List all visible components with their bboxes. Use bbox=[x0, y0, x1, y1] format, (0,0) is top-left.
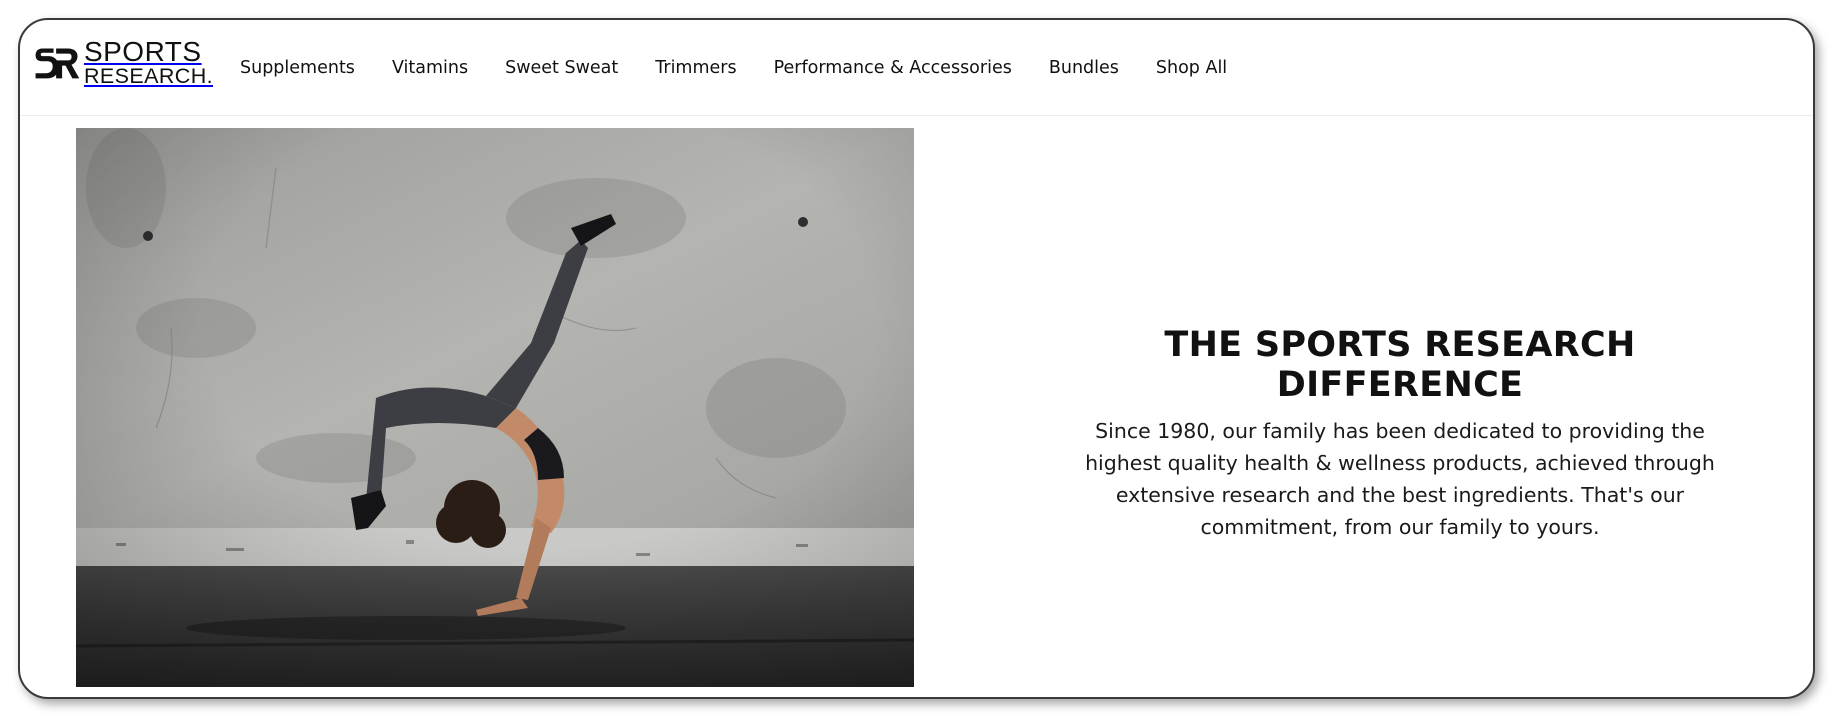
nav-vitamins[interactable]: Vitamins bbox=[392, 58, 468, 78]
athlete-photo bbox=[76, 128, 914, 687]
difference-section: THE SPORTS RESEARCH DIFFERENCE Since 198… bbox=[1040, 325, 1760, 543]
nav-sweet-sweat[interactable]: Sweet Sweat bbox=[505, 58, 618, 78]
section-heading: THE SPORTS RESEARCH DIFFERENCE bbox=[1164, 325, 1636, 405]
nav-performance-accessories[interactable]: Performance & Accessories bbox=[774, 58, 1012, 78]
hero-image bbox=[76, 128, 914, 687]
brand-line-1: SPORTS bbox=[83, 36, 202, 68]
sr-monogram-icon bbox=[35, 48, 80, 79]
nav-trimmers[interactable]: Trimmers bbox=[655, 58, 736, 78]
nav-shop-all[interactable]: Shop All bbox=[1156, 58, 1227, 78]
brand-line-2: RESEARCH. bbox=[83, 64, 213, 89]
site-header: SPORTS RESEARCH. Supplements Vitamins Sw… bbox=[20, 20, 1813, 116]
brand-wordmark: SPORTS RESEARCH. bbox=[84, 38, 213, 88]
section-body: Since 1980, our family has been dedicate… bbox=[1085, 419, 1715, 539]
main-nav: Supplements Vitamins Sweet Sweat Trimmer… bbox=[240, 20, 1264, 116]
nav-supplements[interactable]: Supplements bbox=[240, 58, 355, 78]
nav-bundles[interactable]: Bundles bbox=[1049, 58, 1119, 78]
browser-frame: SPORTS RESEARCH. Supplements Vitamins Sw… bbox=[18, 18, 1815, 699]
brand-logo[interactable]: SPORTS RESEARCH. bbox=[33, 38, 213, 88]
